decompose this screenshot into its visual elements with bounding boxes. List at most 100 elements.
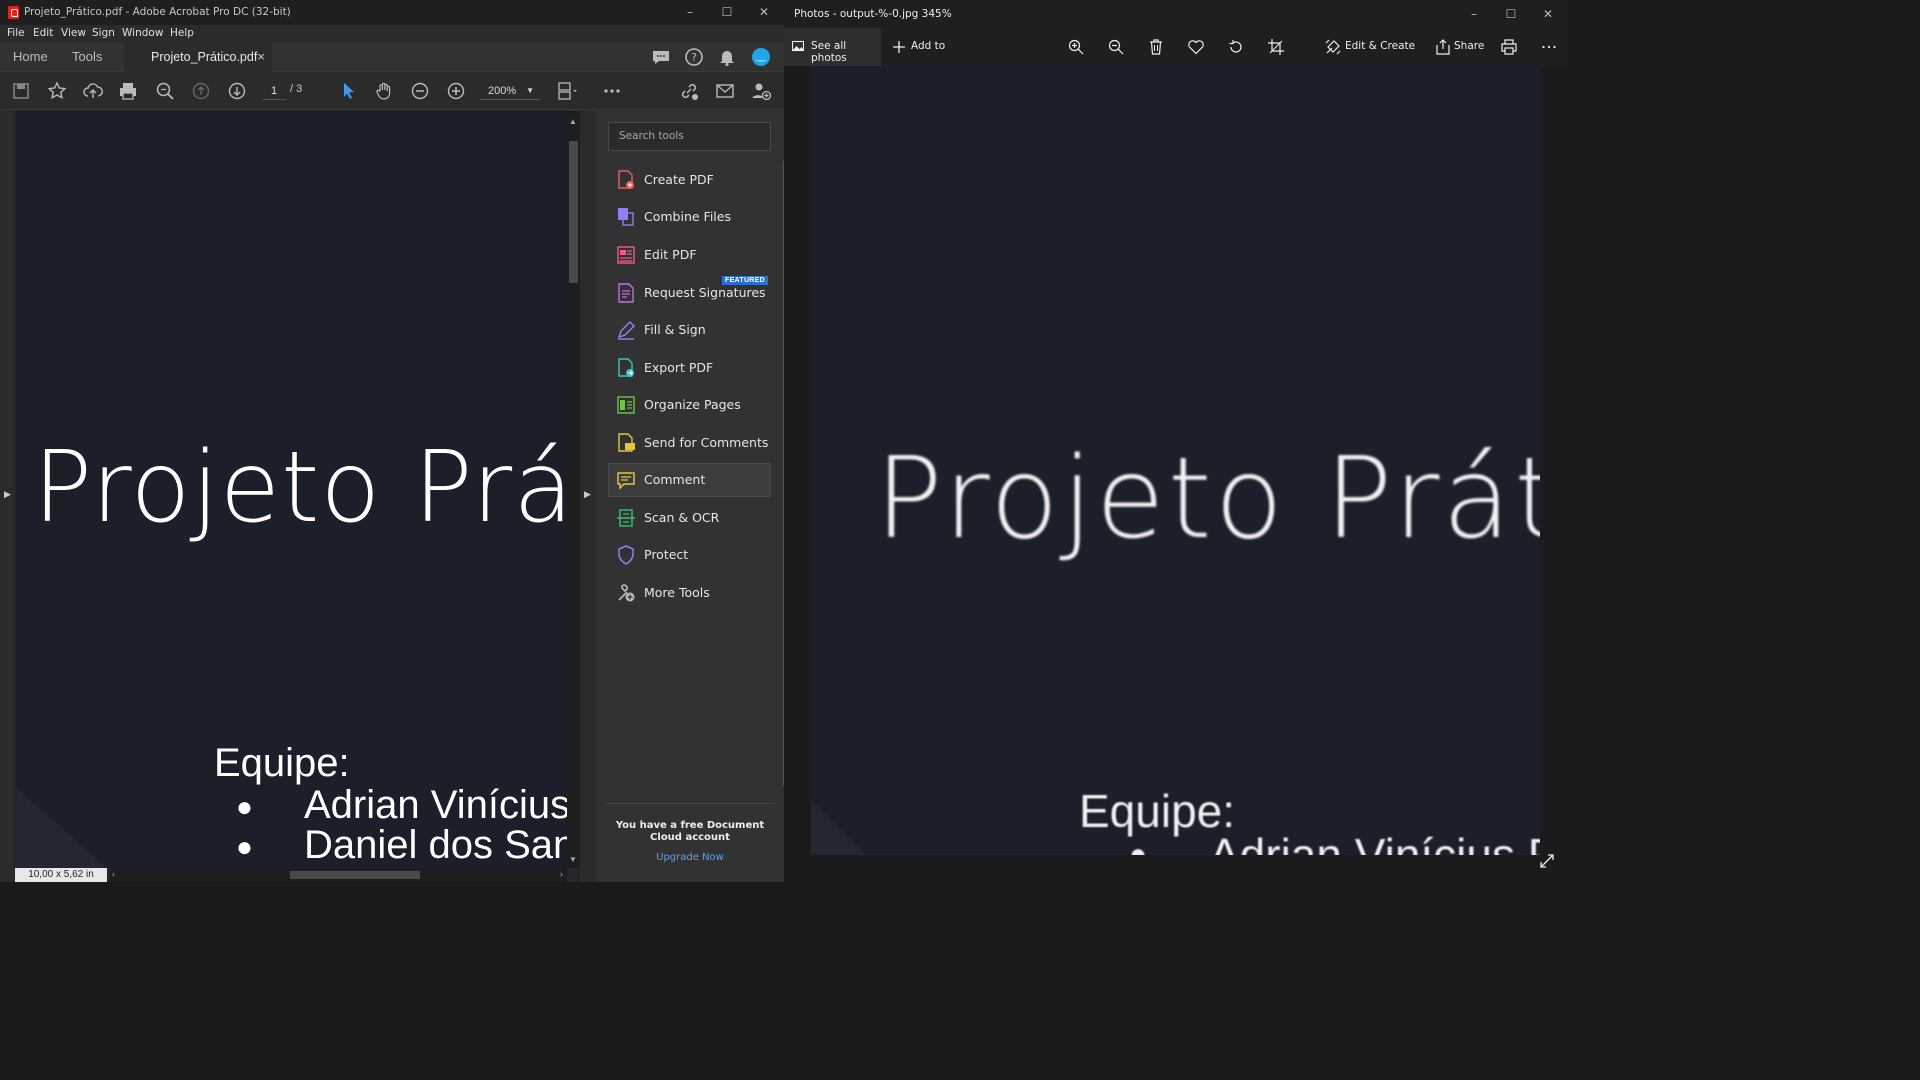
more-options-icon[interactable] xyxy=(601,80,623,102)
tool-send-for-comments[interactable]: Send for Comments xyxy=(608,426,771,460)
fill-sign-icon xyxy=(616,320,636,340)
close-tab-icon[interactable]: × xyxy=(257,42,265,72)
menu-window[interactable]: Window xyxy=(122,27,163,39)
left-panel-toggle[interactable]: ▶ xyxy=(0,111,15,882)
tool-more-tools[interactable]: More Tools xyxy=(608,576,771,610)
more-tools-icon xyxy=(616,583,636,603)
photos-window: Photos - output-%-0.jpg 345% – ☐ ✕ See a… xyxy=(784,0,1568,882)
scroll-down-icon[interactable]: ▼ xyxy=(569,855,577,864)
svg-text:?: ? xyxy=(691,51,697,64)
share-icon xyxy=(1436,39,1450,55)
find-zoom-icon[interactable] xyxy=(154,80,176,102)
favorite-heart-icon[interactable] xyxy=(1187,38,1205,56)
zoom-level-value: 200% xyxy=(488,85,517,97)
document-view: ▶ Projeto Prá Equipe: ● Adrian Vinícius … xyxy=(0,111,580,882)
scroll-up-icon[interactable]: ▲ xyxy=(569,117,577,126)
maximize-button[interactable]: ☐ xyxy=(719,4,735,20)
share-link-icon[interactable] xyxy=(678,80,700,102)
notifications-bell-icon[interactable] xyxy=(716,46,738,68)
tool-edit-pdf[interactable]: Edit PDF xyxy=(608,238,771,272)
minimize-button[interactable]: – xyxy=(682,4,698,20)
hand-tool-icon[interactable] xyxy=(373,80,395,102)
right-panel-toggle[interactable]: ▶ xyxy=(580,111,594,882)
print-icon[interactable] xyxy=(1500,38,1518,56)
share-button[interactable]: Share xyxy=(1434,36,1489,58)
upgrade-now-link[interactable]: Upgrade Now xyxy=(605,852,775,863)
add-to-button[interactable]: Add to xyxy=(890,36,950,58)
fullscreen-expand-icon[interactable] xyxy=(1538,852,1556,870)
zoom-level-dropdown[interactable]: 200% ▼ xyxy=(480,82,540,100)
tab-document[interactable]: Projeto_Prático.pdf × xyxy=(124,42,272,72)
search-tools-input[interactable]: Search tools xyxy=(608,122,771,151)
scroll-right-icon[interactable]: › xyxy=(560,869,563,879)
acrobat-app-icon xyxy=(8,6,19,19)
plus-icon xyxy=(893,41,905,53)
email-icon[interactable] xyxy=(714,80,736,102)
comment-icon xyxy=(616,470,636,490)
photos-titlebar: Photos - output-%-0.jpg 345% – ☐ ✕ xyxy=(784,0,1568,28)
page-display-icon[interactable] xyxy=(556,80,578,102)
crop-icon[interactable] xyxy=(1267,38,1285,56)
edit-create-icon xyxy=(1325,39,1341,55)
tool-combine-files[interactable]: Combine Files xyxy=(608,200,771,234)
close-window-button[interactable]: ✕ xyxy=(756,4,772,20)
edit-create-button[interactable]: Edit & Create xyxy=(1324,36,1419,58)
page-number-input[interactable]: 1 xyxy=(262,82,286,100)
delete-trash-icon[interactable] xyxy=(1147,38,1165,56)
tool-organize-pages[interactable]: Organize Pages xyxy=(608,388,771,422)
tools-pane: Search tools Create PDF Combine Files Ed… xyxy=(594,111,785,882)
organize-pages-icon xyxy=(616,395,636,415)
zoom-out-icon[interactable] xyxy=(409,80,431,102)
document-title-text: Projeto Prá xyxy=(33,431,567,545)
tool-export-pdf[interactable]: Export PDF xyxy=(608,351,771,385)
next-page-icon[interactable] xyxy=(226,80,248,102)
tab-tools[interactable]: Tools xyxy=(72,42,102,72)
menu-edit[interactable]: Edit xyxy=(33,27,53,39)
zoom-in-icon[interactable] xyxy=(445,80,467,102)
combine-files-icon xyxy=(616,207,636,227)
image-title-text: Projeto Prát xyxy=(875,434,1540,564)
comments-icon[interactable] xyxy=(650,46,672,68)
request-signatures-icon xyxy=(616,283,636,303)
tab-document-label: Projeto_Prático.pdf xyxy=(151,50,258,64)
tool-protect[interactable]: Protect xyxy=(608,538,771,572)
account-avatar[interactable] xyxy=(750,46,772,68)
horizontal-scrollbar[interactable]: ‹ › xyxy=(110,868,567,882)
menu-file[interactable]: File xyxy=(7,27,25,39)
bookmark-star-icon[interactable] xyxy=(46,80,68,102)
minimize-button[interactable]: – xyxy=(1466,6,1482,22)
scroll-left-icon[interactable]: ‹ xyxy=(112,869,115,879)
add-user-icon[interactable] xyxy=(750,80,772,102)
zoom-out-icon[interactable] xyxy=(1107,38,1125,56)
chevron-down-icon: ▼ xyxy=(526,86,534,95)
see-all-photos-button[interactable]: See all photos xyxy=(784,28,881,66)
menu-view[interactable]: View xyxy=(61,27,86,39)
team-member-1: Adrian Vinícius xyxy=(304,783,567,827)
print-icon[interactable] xyxy=(117,80,139,102)
zoom-in-icon[interactable] xyxy=(1067,38,1085,56)
menu-sign[interactable]: Sign xyxy=(92,27,115,39)
select-cursor-icon[interactable] xyxy=(337,80,359,102)
upload-cloud-icon[interactable] xyxy=(82,80,104,102)
tab-home[interactable]: Home xyxy=(13,42,48,72)
maximize-button[interactable]: ☐ xyxy=(1503,6,1519,22)
save-icon[interactable] xyxy=(10,80,32,102)
cloud-account-message: You have a free Document Cloud account xyxy=(605,803,775,844)
rotate-icon[interactable] xyxy=(1227,38,1245,56)
tool-create-pdf[interactable]: Create PDF xyxy=(608,163,771,197)
photo-image[interactable]: Projeto Prát Equipe: ● Adrian Vinícius P… xyxy=(811,66,1540,855)
more-options-icon[interactable] xyxy=(1540,38,1558,56)
vertical-scroll-thumb[interactable] xyxy=(569,141,578,283)
team-member-2: Daniel dos San xyxy=(304,823,567,867)
vertical-scrollbar[interactable]: ▲ ▼ xyxy=(567,111,580,868)
tool-scan-ocr[interactable]: Scan & OCR xyxy=(608,501,771,535)
bullet-icon: ● xyxy=(236,791,253,822)
close-window-button[interactable]: ✕ xyxy=(1540,6,1556,22)
tool-fill-sign[interactable]: Fill & Sign xyxy=(608,313,771,347)
tool-comment[interactable]: Comment xyxy=(608,463,771,497)
export-pdf-icon xyxy=(616,358,636,378)
help-icon[interactable]: ? xyxy=(683,46,705,68)
horizontal-scroll-thumb[interactable] xyxy=(290,871,420,879)
previous-page-icon[interactable] xyxy=(190,80,212,102)
menu-help[interactable]: Help xyxy=(170,27,194,39)
